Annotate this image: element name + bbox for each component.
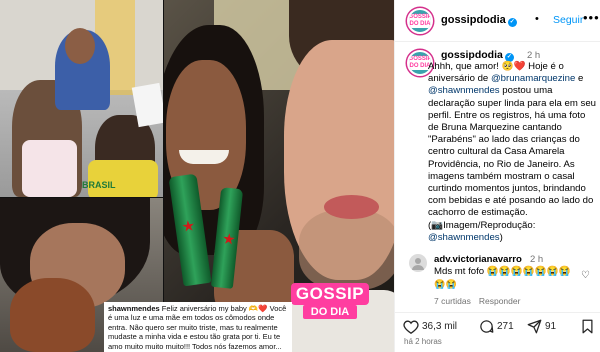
gossip-do-dia-watermark: GOSSIP DO DIA [291, 283, 369, 319]
header-username[interactable]: gossipdodia ✓ [441, 14, 517, 27]
photo-beard [299, 210, 394, 290]
bookmark-icon [582, 319, 593, 334]
caption-username: shawnmendes [108, 304, 160, 313]
comment-meta: 7 curtidas Responder [434, 296, 528, 306]
share-count: 91 [545, 321, 557, 332]
post-time-ago[interactable]: há 2 horas [404, 337, 442, 346]
like-count: 36,3 mil [422, 321, 458, 332]
avatar[interactable]: GOSSIP DO DIA [407, 8, 433, 34]
like-button[interactable]: 36,3 mil [403, 319, 457, 334]
caption-time: 2 h [527, 50, 541, 61]
mention-link[interactable]: @shawnmendes [428, 232, 500, 243]
separator-dot: • [535, 13, 539, 25]
comment-username[interactable]: adv.victorianavarro [434, 254, 522, 265]
photo-smile [179, 150, 229, 164]
screenshot-caption: shawnmendes Feliz aniversário my baby 🫶❤… [104, 302, 292, 352]
send-icon [527, 319, 542, 334]
photo-lips [324, 195, 379, 219]
post-sidebar: GOSSIP DO DIA gossipdodia ✓ • Seguir ••• … [394, 0, 600, 352]
comment-icon [480, 320, 494, 333]
comment-text: Mds mt fofo 😭😭😭😭😭😭😭 [434, 266, 571, 277]
star-icon [222, 233, 235, 246]
share-button[interactable]: 91 [527, 319, 556, 334]
comment-count: 271 [497, 321, 514, 332]
save-button[interactable] [581, 319, 594, 334]
photo-child-dress [22, 140, 77, 197]
comment-item: adv.victorianavarro 2 h Mds mt fofo 😭😭😭😭… [395, 254, 600, 294]
comment-text-continued: 😭😭 [434, 279, 458, 289]
action-bar: 36,3 mil 271 91 há 2 horas [395, 312, 600, 352]
follow-button[interactable]: Seguir [553, 14, 583, 26]
photo-children-singing: BRASIL [0, 0, 163, 197]
watermark-bottom: DO DIA [303, 305, 357, 319]
comment-likes[interactable]: 7 curtidas [434, 296, 471, 306]
more-horizontal-icon[interactable]: ••• [583, 10, 600, 25]
heart-icon [403, 320, 419, 334]
caption-body: Ahhh, que amor! 🥺❤️ Hoje é o aniversário… [428, 61, 596, 243]
shirt-text: BRASIL [82, 180, 116, 190]
photo-yellow-shirt [88, 160, 158, 197]
star-icon [182, 219, 196, 233]
heart-icon[interactable]: ♡ [581, 270, 590, 281]
comment-button[interactable]: 271 [479, 319, 514, 334]
verified-icon: ✓ [507, 18, 517, 27]
comment-avatar[interactable] [409, 254, 427, 272]
avatar-logo: GOSSIP DO DIA [408, 14, 432, 28]
mention-link[interactable]: @shawnmendes [428, 85, 500, 96]
reply-button[interactable]: Responder [479, 296, 521, 306]
mention-link[interactable]: @brunamarquezine [491, 73, 575, 84]
comment-time: 2 h [530, 254, 544, 265]
watermark-top: GOSSIP [291, 283, 369, 305]
post-header: GOSSIP DO DIA gossipdodia ✓ • Seguir ••• [395, 0, 600, 42]
photo-woman-head [65, 28, 95, 64]
photo-dog [10, 278, 95, 352]
post-media[interactable]: BRASIL GOSSIP DO DIA shawnmendes Feliz a… [0, 0, 394, 352]
profile-icon [412, 258, 424, 270]
